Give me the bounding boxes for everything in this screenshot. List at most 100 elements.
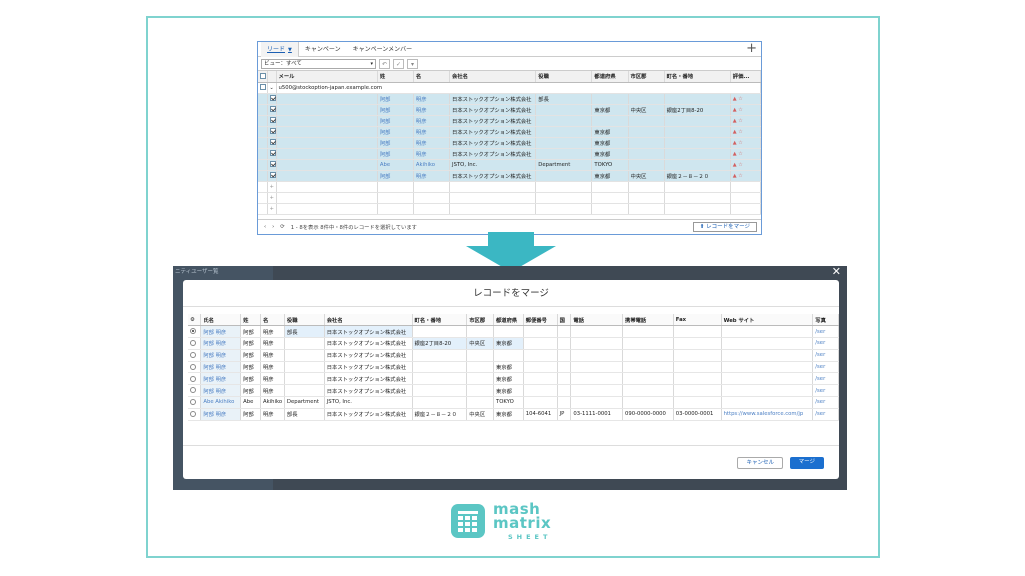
col-header-mei[interactable]: 名 [413,71,451,83]
merge-cell[interactable]: Abe [240,396,261,409]
merge-cell[interactable]: 部長 [284,408,325,421]
merge-row[interactable]: 阿部 明彦 阿部 明彦 日本ストックオプション株式会社 東京都/ser [188,372,839,386]
merge-radio[interactable] [188,408,202,421]
merge-cell[interactable]: 104-6041 [523,408,558,421]
merge-row[interactable]: 阿部 明彦 阿部 明彦 部長 日本ストックオプション株式会社/ser [188,325,839,339]
merge-cell[interactable] [466,349,494,362]
merge-cell[interactable] [523,372,558,386]
merge-cell[interactable] [673,337,722,350]
merge-cell[interactable]: Abe Akihiko [200,396,242,409]
merge-cell[interactable]: 日本ストックオプション株式会社 [324,325,413,339]
cancel-button[interactable]: キャンセル [737,457,783,469]
merge-cell[interactable]: 東京都 [493,361,524,374]
lead-row[interactable]: 阿部 明彦 日本ストックオプション株式会社 東京都 ▲ ☆ [258,148,761,160]
merge-cell[interactable]: 阿部 [240,361,261,374]
merge-cell[interactable]: 日本ストックオプション株式会社 [324,384,413,398]
col-header-street[interactable]: 町名・番地 [664,71,731,83]
empty-row[interactable]: + [258,203,761,215]
merge-cell[interactable] [622,384,674,398]
merge-cell[interactable]: 明彦 [260,408,285,421]
merge-cell[interactable] [622,396,674,409]
merge-cell[interactable]: 阿部 [240,349,261,362]
add-tab-icon[interactable]: + [746,42,757,56]
merge-cell[interactable] [673,349,722,362]
merge-cell[interactable] [466,325,494,339]
merge-cell[interactable]: 03-1111-0001 [570,408,624,421]
merge-cell[interactable]: 明彦 [260,337,285,350]
merge-cell[interactable] [557,337,572,350]
merge-cell[interactable]: 明彦 [260,361,285,374]
merge-cell[interactable] [570,337,624,350]
merge-cell[interactable] [721,372,814,386]
merge-cell[interactable]: Department [284,396,325,409]
merge-cell[interactable] [523,396,558,409]
merge-cell[interactable]: /ser [812,396,839,409]
merge-cell[interactable] [622,337,674,350]
merge-cell[interactable]: 明彦 [260,325,285,339]
merge-cell[interactable] [557,349,572,362]
row-checkbox[interactable] [267,104,277,116]
merge-cell[interactable] [721,384,814,398]
merge-cell[interactable] [570,396,624,409]
col-header-email[interactable]: メール [276,71,378,83]
lead-row[interactable]: 阿部 明彦 日本ストックオプション株式会社 部長 ▲ ☆ [258,93,761,105]
lead-row[interactable]: 阿部 明彦 日本ストックオプション株式会社 東京都 ▲ ☆ [258,137,761,149]
col-header-city[interactable]: 市区郡 [628,71,665,83]
lead-row[interactable]: 阿部 明彦 日本ストックオプション株式会社 東京都 ▲ ☆ [258,126,761,138]
row-checkbox[interactable] [267,126,277,138]
merge-cell[interactable] [466,384,494,398]
merge-cell[interactable] [466,372,494,386]
merge-cell[interactable] [721,396,814,409]
empty-row[interactable]: + [258,192,761,204]
merge-cell[interactable]: 部長 [284,325,325,339]
merge-cell[interactable] [284,384,325,398]
merge-cell[interactable]: 阿部 明彦 [200,384,242,398]
merge-cell[interactable]: 東京都 [493,408,524,421]
merge-cell[interactable]: 阿部 [240,325,261,339]
merge-radio[interactable] [188,337,202,350]
merge-cell[interactable] [412,396,468,409]
merge-cell[interactable] [673,325,722,339]
merge-cell[interactable] [284,349,325,362]
merge-cell[interactable]: /ser [812,408,839,421]
tab-campaign-member[interactable]: キャンペーンメンバー [347,42,419,57]
close-icon[interactable]: ✕ [832,266,841,278]
merge-cell[interactable] [523,349,558,362]
merge-cell[interactable]: 中央区 [466,408,494,421]
merge-cell[interactable]: 東京都 [493,372,524,386]
merge-cell[interactable] [721,337,814,350]
merge-cell[interactable] [557,325,572,339]
merge-cell[interactable] [721,349,814,362]
merge-cell[interactable]: 03-0000-0001 [673,408,722,421]
col-header-company[interactable]: 会社名 [449,71,537,83]
lead-row[interactable]: Abe Akihiko JSTO, Inc. Department TOKYO ▲ ☆ [258,159,761,171]
collapse-icon[interactable]: ⌄ [267,82,277,94]
merge-cell[interactable]: /ser [812,349,839,362]
merge-radio[interactable] [188,396,202,409]
refresh-icon[interactable]: ⟳ [280,224,284,230]
merge-cell[interactable] [622,349,674,362]
merge-cell[interactable]: 阿部 [240,384,261,398]
check-icon[interactable]: ✓ [393,58,404,69]
merge-radio[interactable] [188,349,202,362]
next-page-icon[interactable]: › [272,224,274,230]
merge-cell[interactable]: 阿部 [240,372,261,386]
merge-row[interactable]: 阿部 明彦 阿部 明彦 日本ストックオプション株式会社 東京都/ser [188,384,839,398]
merge-row[interactable]: Abe Akihiko Abe Akihiko Department JSTO, Inc… [188,396,839,409]
merge-cell[interactable]: /ser [812,337,839,350]
col-header-title[interactable]: 役職 [535,71,593,83]
merge-cell[interactable]: 阿部 明彦 [200,349,242,362]
tab-lead[interactable]: リード ▼ [261,42,299,57]
merge-cell[interactable]: /ser [812,384,839,398]
merge-cell[interactable]: 東京都 [493,384,524,398]
merge-row[interactable]: 阿部 明彦 阿部 明彦 日本ストックオプション株式会社 東京都/ser [188,361,839,374]
merge-cell[interactable] [412,372,468,386]
merge-cell[interactable]: 日本ストックオプション株式会社 [324,349,413,362]
row-checkbox[interactable] [267,115,277,127]
merge-cell[interactable]: 東京都 [493,337,524,350]
filter-dropdown-icon[interactable]: ▾ [407,58,418,69]
merge-cell[interactable]: 明彦 [260,372,285,386]
merge-cell[interactable] [523,384,558,398]
merge-cell[interactable]: 明彦 [260,349,285,362]
merge-cell[interactable] [570,349,624,362]
